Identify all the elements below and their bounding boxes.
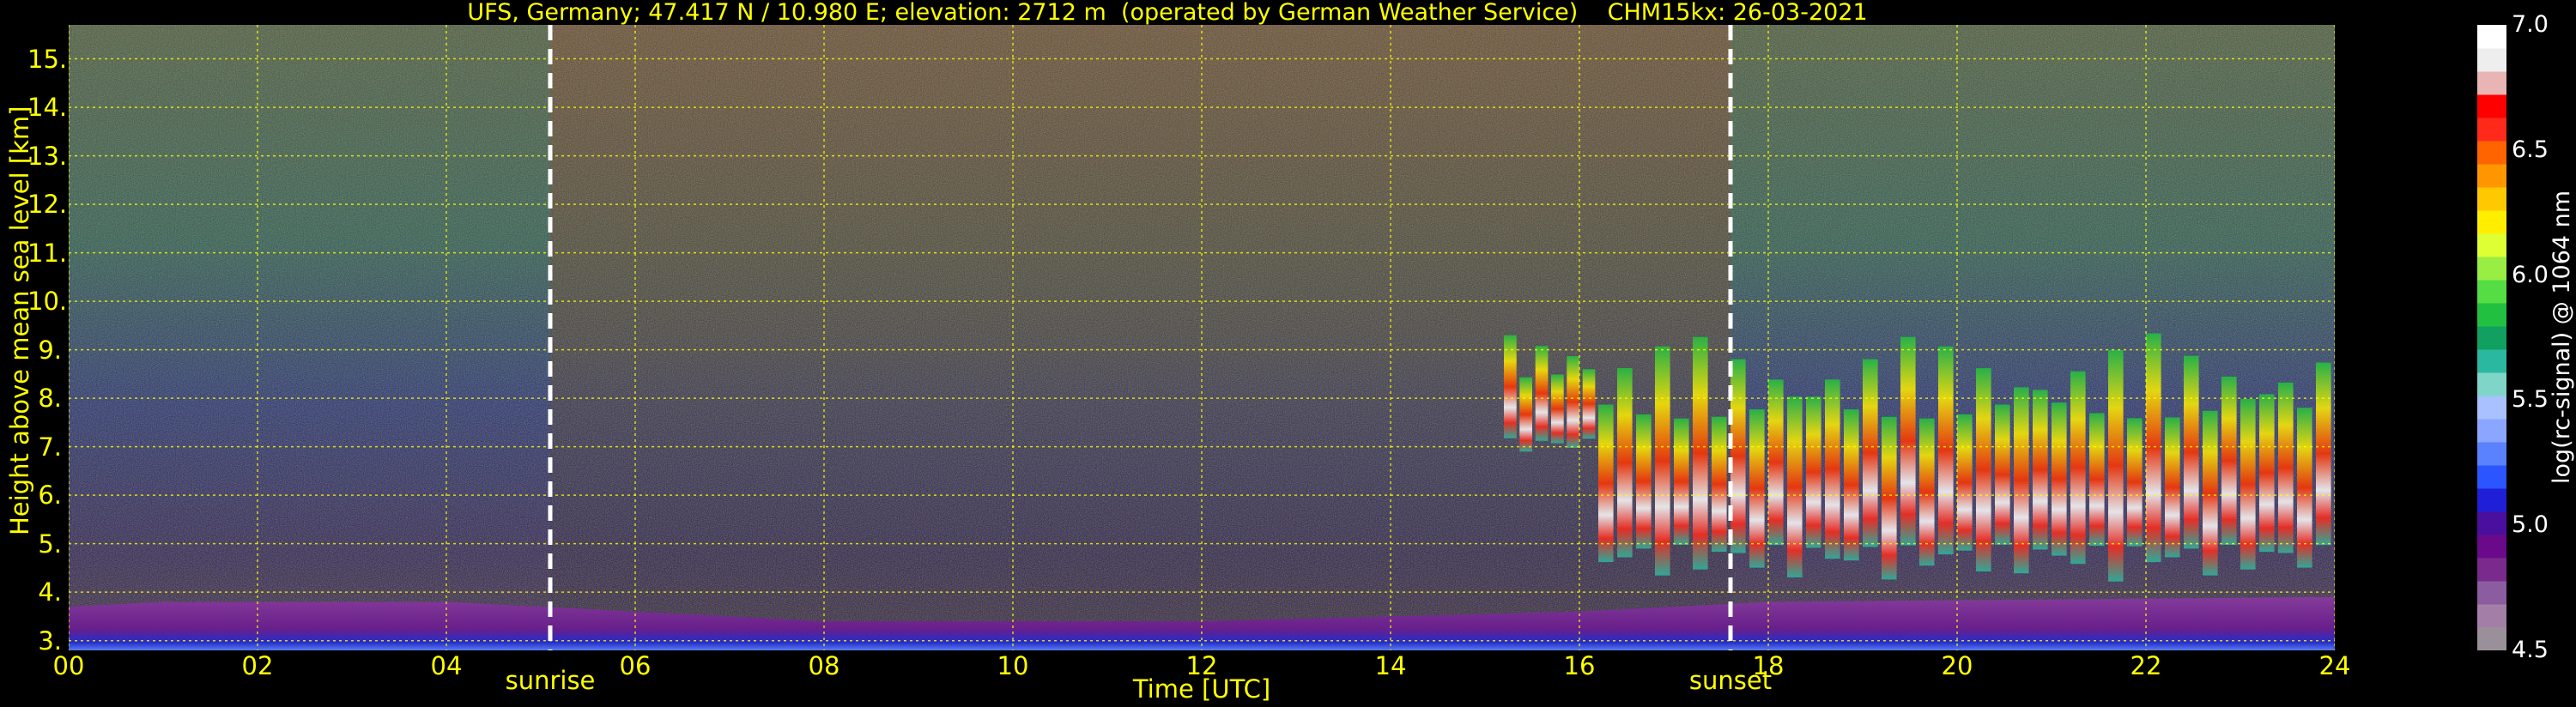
colorbar-tick-label: 5.0 [2512, 511, 2549, 539]
cloud-streak [1806, 396, 1821, 548]
cloud-streak [2203, 410, 2218, 576]
colorbar-segment [2477, 303, 2506, 327]
cloud-streak [1768, 379, 1784, 546]
colorbar-tick-label: 4.5 [2512, 637, 2549, 663]
colorbar-tick-label: 5.5 [2512, 386, 2549, 414]
cloud-streak [2108, 349, 2124, 582]
x-tick-label: 08 [808, 651, 840, 680]
colorbar-segment [2477, 71, 2506, 95]
event-label-sunset: sunset [1688, 666, 1773, 695]
colorbar-tick-label: 6.0 [2512, 261, 2549, 288]
heatmap-svg [69, 25, 2335, 650]
x-tick-label: 02 [241, 651, 274, 680]
chart-title: UFS, Germany; 47.417 N / 10.980 E; eleva… [467, 0, 1868, 26]
cloud-streak [2165, 417, 2180, 558]
cloud-streak [1730, 359, 1746, 553]
colorbar-segment [2477, 419, 2506, 443]
colorbar-segment [2477, 581, 2506, 605]
cloud-streak [1844, 409, 1859, 561]
plot-area [69, 25, 2335, 650]
colorbar-segment [2477, 25, 2506, 49]
cloud-streak [1519, 377, 1532, 452]
colorbar-segment [2477, 488, 2506, 512]
cloud-streak [1567, 356, 1579, 448]
colorbar-label: log(rc-signal) @ 1064 nm [2549, 190, 2575, 484]
colorbar-segment [2477, 233, 2506, 257]
cloud-streak [2184, 355, 2199, 549]
colorbar [2477, 25, 2506, 651]
cloud-streak [1957, 414, 1973, 551]
cloud-streak [2052, 402, 2067, 556]
cloud-streak [2278, 382, 2294, 553]
cloud-streak [2259, 394, 2275, 553]
cloud-streak [2240, 399, 2256, 570]
cloud-streak [1938, 346, 1954, 555]
cloud-streak [2316, 362, 2331, 546]
cloud-streak [1674, 418, 1689, 545]
colorbar-tick-label: 7.0 [2512, 11, 2549, 38]
x-tick-label: 20 [1941, 651, 1973, 680]
colorbar-segment [2477, 187, 2506, 211]
cloud-streak [1863, 359, 1878, 547]
x-tick-label: 10 [997, 651, 1029, 680]
colorbar-segment [2477, 141, 2506, 165]
colorbar-segment [2477, 372, 2506, 396]
cloud-streak [2089, 413, 2105, 547]
x-tick-label: 22 [2130, 651, 2162, 680]
cloud-streak [2221, 376, 2237, 545]
colorbar-segment [2477, 280, 2506, 304]
cloud-streak [1825, 379, 1840, 559]
x-tick-label: 14 [1374, 651, 1407, 680]
colorbar-segment [2477, 604, 2506, 628]
colorbar-segment [2477, 326, 2506, 350]
colorbar-segment [2477, 94, 2506, 118]
cloud-streak [1655, 346, 1670, 576]
y-tick-label: 4. [38, 577, 62, 607]
colorbar-segment [2477, 396, 2506, 420]
cloud-streak [2033, 390, 2048, 550]
y-axis-label: Height above mean sea level [km] [5, 106, 34, 535]
colorbar-segment [2477, 465, 2506, 489]
y-tick-label: 3. [38, 625, 62, 656]
y-tick-label: 15. [27, 44, 68, 74]
cloud-streak [1995, 404, 2010, 545]
cloud-streak [2014, 387, 2029, 574]
colorbar-svg [2477, 25, 2506, 651]
x-tick-label: 04 [430, 651, 463, 680]
colorbar-segment [2477, 627, 2506, 651]
cloud-streak [1900, 336, 1916, 546]
x-tick-label: 24 [2318, 651, 2351, 680]
colorbar-segment [2477, 349, 2506, 373]
cloud-streak [2127, 418, 2143, 547]
colorbar-segment [2477, 48, 2506, 72]
cloud-streak [1551, 374, 1564, 444]
cloud-streak [1787, 396, 1803, 577]
colorbar-segment [2477, 442, 2506, 466]
colorbar-tick-label: 6.5 [2512, 136, 2549, 163]
colorbar-segment [2477, 535, 2506, 559]
cloud-streak [1582, 369, 1596, 439]
cloud-streak [1598, 404, 1614, 563]
cloud-streak [1693, 336, 1708, 570]
colorbar-segment [2477, 164, 2506, 188]
event-label-sunrise: sunrise [505, 666, 596, 695]
x-tick-label: 00 [52, 651, 85, 680]
cloud-streak [2146, 333, 2161, 563]
colorbar-segment [2477, 257, 2506, 281]
colorbar-segment [2477, 511, 2506, 535]
x-tick-label: 16 [1563, 651, 1596, 680]
colorbar-segment [2477, 118, 2506, 142]
cloud-streak [1636, 414, 1652, 549]
colorbar-segment [2477, 210, 2506, 234]
x-axis-label: Time [UTC] [1132, 674, 1271, 704]
cloud-streak [1882, 416, 1897, 580]
cloud-streak [1617, 368, 1633, 558]
cloud-streak [1504, 335, 1517, 438]
cloud-streak [2070, 371, 2086, 565]
cloud-streak [1976, 368, 1991, 571]
cloud-streak [1535, 346, 1549, 441]
colorbar-segment [2477, 558, 2506, 582]
cloud-streak [1712, 416, 1727, 553]
